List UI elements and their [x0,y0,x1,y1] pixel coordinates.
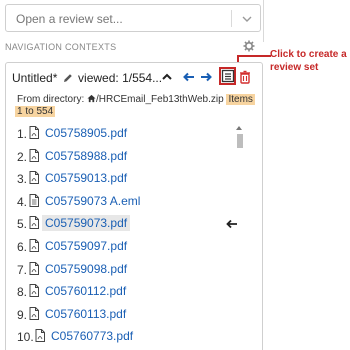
list-item[interactable]: 4. C05759073 A.eml [15,190,231,213]
list-item-number: 1. [17,127,28,141]
pdf-file-icon [29,148,39,162]
file-list-scrollbar[interactable] [234,122,242,350]
context-header: Untitled* viewed: 1/554... [12,71,162,85]
file-name-link[interactable]: C05759073.pdf [42,215,131,232]
list-item[interactable]: 6. C05759097.pdf [15,235,231,258]
directory-path: /HRCEmail_Feb13thWeb.zip [96,94,224,105]
select-separator [231,10,232,27]
list-item-number: 8. [17,285,28,300]
file-name-link[interactable]: C05759097.pdf [42,238,130,254]
file-name-link[interactable]: C05760773.pdf [48,328,136,344]
home-icon [87,94,96,103]
list-item[interactable]: 3. C05759013.pdf [15,167,231,190]
from-directory-line: From directory: /HRCEmail_Feb13thWeb.zip… [17,94,255,105]
file-name-link[interactable]: C05759098.pdf [42,261,130,277]
scrollbar-thumb[interactable] [237,134,243,148]
file-name-link[interactable]: C05759013.pdf [42,170,130,186]
file-name-link[interactable]: C05760112.pdf [42,283,129,299]
from-directory-prefix: From directory: [17,94,85,105]
file-name-link[interactable]: C05759073 A.eml [42,193,143,209]
list-item-number: 6. [17,239,28,254]
pdf-file-icon [29,171,39,185]
navigation-contexts-label: NAVIGATION CONTEXTS [5,42,117,52]
pdf-file-icon [29,306,39,320]
list-item-number: 5. [17,217,28,232]
list-item-number: 3. [17,172,28,187]
pdf-file-icon [35,329,45,343]
delete-icon[interactable] [238,70,252,84]
pdf-file-icon [29,284,39,298]
list-item[interactable]: 1. C05758905.pdf [15,122,231,145]
collapse-up-icon[interactable] [160,70,174,84]
chevron-down-icon[interactable] [240,12,254,26]
list-item-number: 9. [17,307,28,322]
pdf-file-icon [29,238,39,252]
file-name-link[interactable]: C05758905.pdf [42,125,130,141]
email-file-icon [29,193,39,207]
panel-divider [263,0,264,42]
list-item-number: 10. [17,330,34,345]
list-item-number: 7. [17,262,28,277]
annotation-callout: Click to create a review set [270,49,347,73]
list-item[interactable]: 8. C05760112.pdf [15,280,231,303]
list-item[interactable]: 5. C05759073.pdf [15,212,231,235]
scroll-up-icon[interactable] [236,126,242,130]
create-review-set-icon[interactable] [221,69,235,83]
pdf-file-icon [29,261,39,275]
items-badge: Items [226,94,255,105]
file-name-link[interactable]: C05760113.pdf [42,306,129,322]
gear-icon[interactable] [243,40,255,52]
context-title: Untitled* [12,71,58,85]
pdf-file-icon [29,216,39,230]
items-range-badge: 1 to 554 [15,106,56,117]
list-item-number: 4. [17,194,28,209]
list-item[interactable]: 2. C05758988.pdf [15,145,231,168]
review-set-select[interactable]: Open a review set... [5,4,261,32]
annotation-line [237,55,271,57]
list-item[interactable]: 10. C05760773.pdf [15,325,231,348]
list-item-number: 2. [17,149,28,164]
list-item[interactable]: 9. C05760113.pdf [15,303,231,326]
arrow-left-icon[interactable] [182,70,196,84]
viewed-count: viewed: 1/554... [78,71,163,85]
file-name-link[interactable]: C05758988.pdf [42,148,130,164]
arrow-right-icon[interactable] [199,70,213,84]
file-list: 1. C05758905.pdf 2. C05758988.pdf 3. C0575901… [15,122,231,348]
list-item[interactable]: 7. C05759098.pdf [15,258,231,281]
pencil-icon[interactable] [63,73,73,83]
pdf-file-icon [29,126,39,139]
review-set-select-placeholder: Open a review set... [16,12,123,26]
